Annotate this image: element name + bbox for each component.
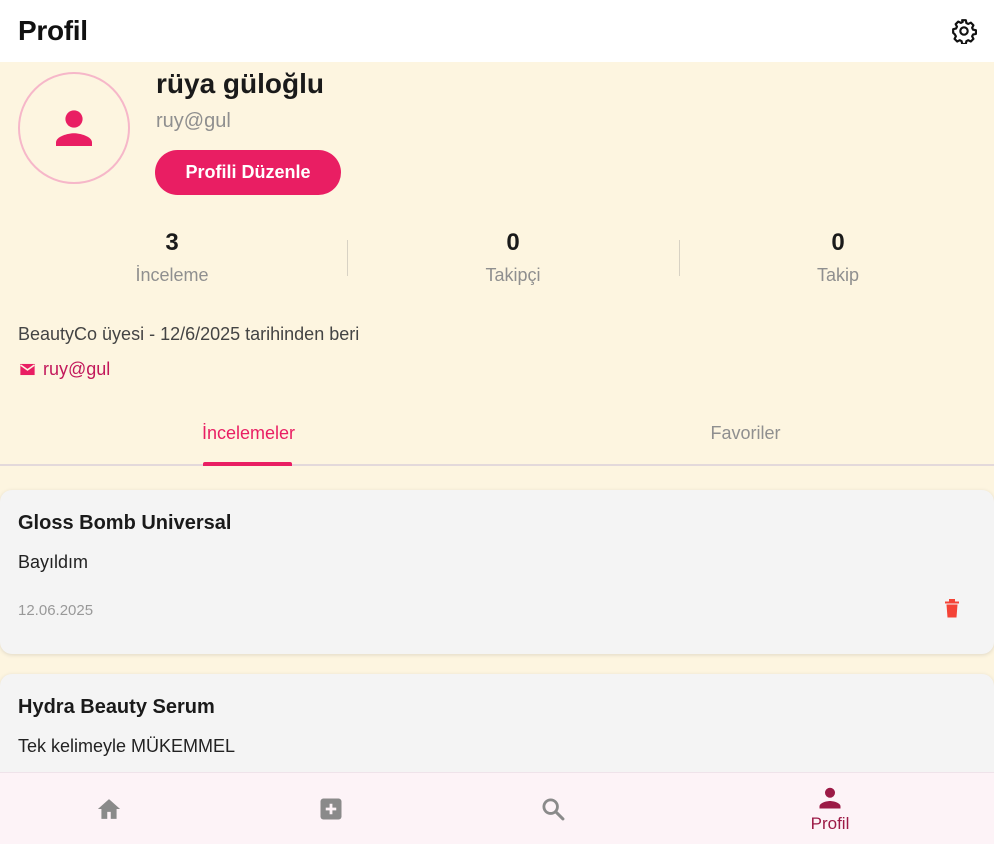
review-title: Hydra Beauty Serum (18, 696, 215, 718)
delete-review-button[interactable] (936, 592, 968, 624)
mail-icon (20, 363, 35, 376)
gear-icon (952, 19, 977, 44)
trash-icon (945, 599, 959, 618)
tab-indicator (203, 462, 292, 466)
page-title: Profil (18, 15, 88, 46)
add-box-icon (320, 798, 342, 820)
home-icon (97, 799, 121, 819)
nav-home[interactable] (59, 773, 159, 844)
review-text: Tek kelimeyle MÜKEMMEL (18, 736, 236, 756)
profile-name: rüya güloğlu (156, 68, 324, 99)
nav-search[interactable] (503, 773, 603, 844)
stats-row: 3 İnceleme 0 Takipçi 0 Takip (0, 228, 994, 294)
tab-favorites[interactable]: Favoriler (497, 403, 994, 464)
search-icon (542, 798, 565, 821)
nav-profile-label: Profil (810, 814, 850, 833)
contact-email-link[interactable]: ruy@gul (43, 359, 110, 380)
stat-label: Takipçi (485, 265, 541, 285)
review-card[interactable]: Hydra Beauty Serum Tek kelimeyle MÜKEMME… (0, 674, 994, 772)
contact-email-row[interactable]: ruy@gul (18, 359, 110, 380)
review-title: Gloss Bomb Universal (18, 512, 232, 534)
tab-reviews[interactable]: İncelemeler (0, 403, 497, 464)
bottom-navigation: Profil (0, 772, 994, 844)
review-date: 12.06.2025 (18, 602, 94, 619)
stat-value: 3 (165, 229, 179, 256)
stat-divider (347, 240, 348, 276)
stat-label: Takip (816, 265, 860, 285)
app-bar: Profil (0, 0, 994, 62)
stat-value: 0 (831, 229, 845, 256)
nav-profile[interactable]: Profil (780, 773, 880, 844)
stat-reviews[interactable]: 3 İnceleme (72, 228, 272, 286)
stat-value: 0 (506, 229, 520, 256)
profile-tabs: İncelemeler Favoriler (0, 403, 994, 466)
avatar (18, 72, 130, 184)
profile-username: ruy@gul (156, 110, 231, 132)
stat-followers[interactable]: 0 Takipçi (413, 228, 613, 286)
stat-divider (679, 240, 680, 276)
reviews-list[interactable]: Gloss Bomb Universal Bayıldım 12.06.2025… (0, 468, 994, 772)
person-icon (56, 110, 92, 146)
stat-label: İnceleme (135, 265, 209, 285)
stat-following[interactable]: 0 Takip (738, 228, 938, 286)
settings-button[interactable] (942, 9, 986, 53)
member-since-text: BeautyCo üyesi - 12/6/2025 tarihinden be… (18, 324, 360, 344)
edit-profile-button[interactable]: Profili Düzenle (155, 150, 341, 195)
review-text: Bayıldım (18, 552, 89, 572)
person-icon (819, 787, 841, 809)
nav-add[interactable] (281, 773, 381, 844)
review-card[interactable]: Gloss Bomb Universal Bayıldım 12.06.2025 (0, 490, 994, 654)
